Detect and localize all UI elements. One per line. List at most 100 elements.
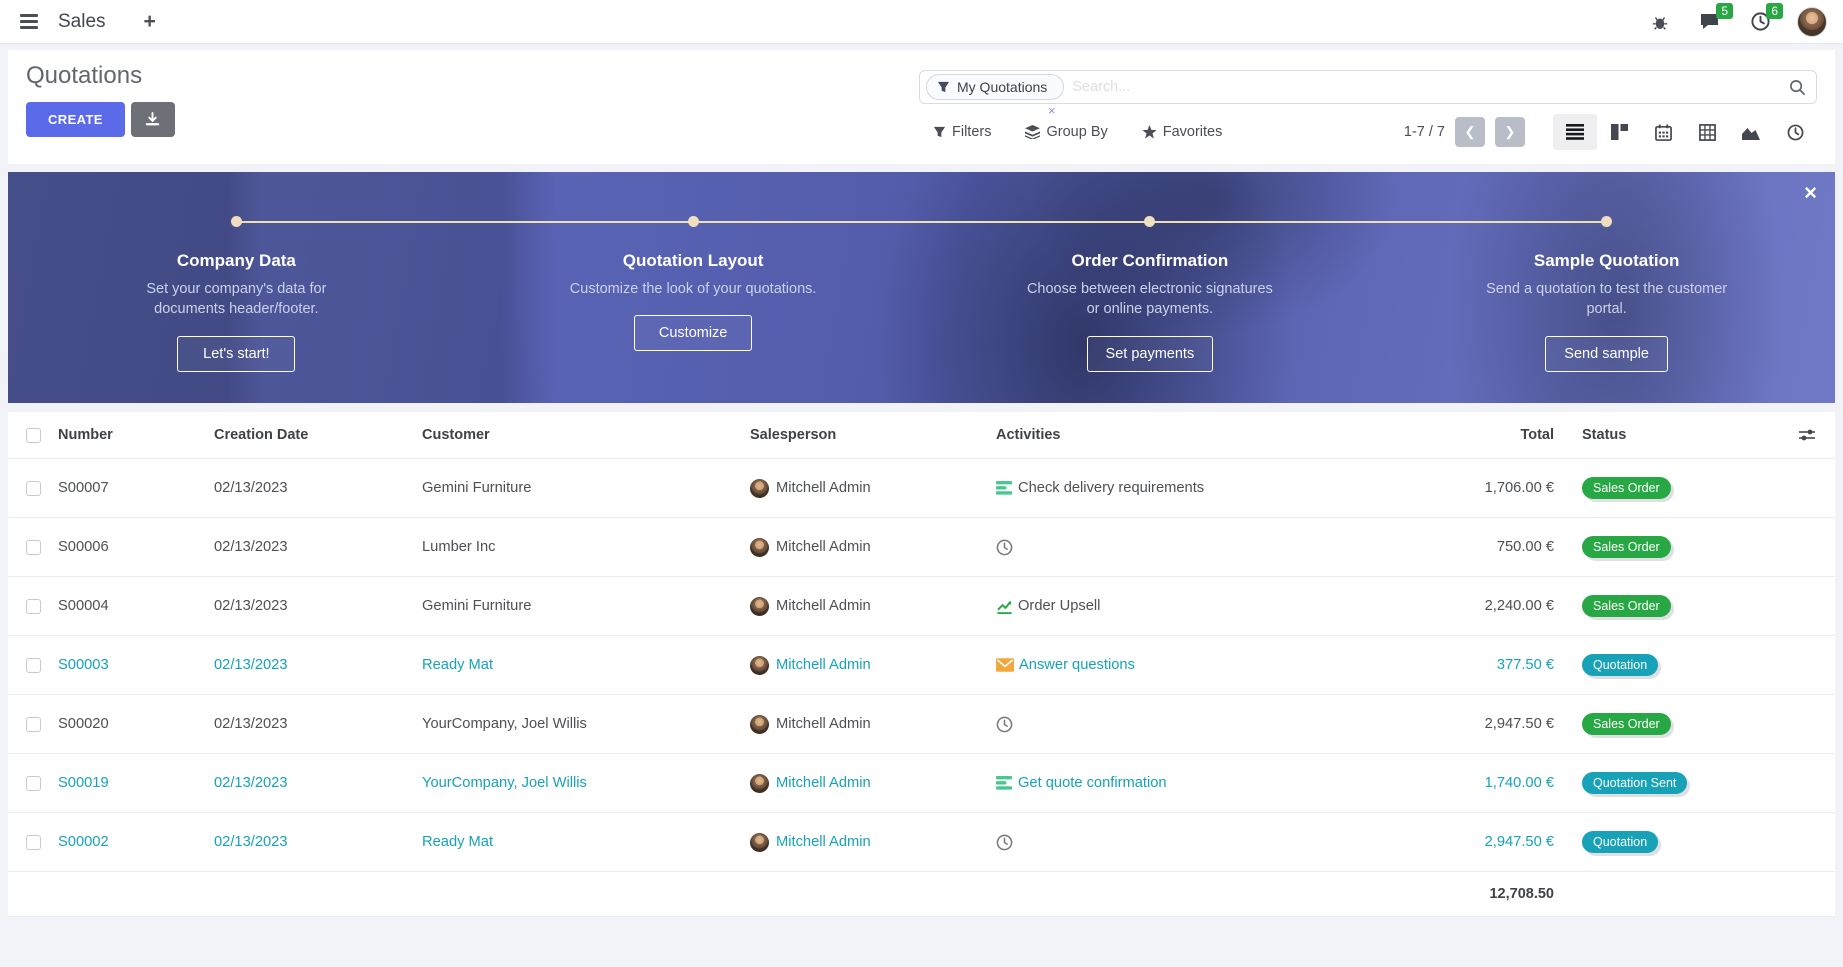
cell-activities[interactable]: Check delivery requirements — [996, 480, 1406, 496]
graph-view-button[interactable] — [1729, 114, 1773, 150]
messages-icon[interactable]: 5 — [1697, 9, 1723, 35]
list-view-button[interactable] — [1553, 114, 1597, 150]
row-checkbox[interactable] — [26, 776, 41, 791]
download-icon — [145, 112, 160, 127]
column-header-customer[interactable]: Customer — [422, 427, 750, 443]
table-row[interactable]: S00004 02/13/2023 Gemini Furniture Mitch… — [8, 576, 1835, 635]
step-title: Order Confirmation — [1071, 251, 1228, 271]
view-switcher — [1553, 114, 1817, 150]
row-checkbox[interactable] — [26, 658, 41, 673]
cell-number: S00004 — [58, 598, 214, 614]
cell-activities[interactable] — [996, 716, 1406, 733]
send-sample-button[interactable]: Send sample — [1545, 336, 1668, 372]
salesperson-avatar — [750, 479, 769, 498]
list-view-icon — [1566, 124, 1584, 140]
activity-label: Get quote confirmation — [1018, 775, 1167, 791]
table-row[interactable]: S00006 02/13/2023 Lumber Inc Mitchell Ad… — [8, 517, 1835, 576]
search-facet-my-quotations[interactable]: My Quotations — [926, 74, 1064, 100]
kanban-view-button[interactable] — [1597, 114, 1641, 150]
clock-activity-icon — [996, 539, 1013, 556]
clock-activity-icon — [996, 834, 1013, 851]
pager-next-button[interactable]: ❯ — [1495, 117, 1525, 147]
status-badge: Sales Order — [1582, 477, 1671, 499]
salesperson-avatar — [750, 833, 769, 852]
search-input[interactable] — [1072, 79, 1789, 95]
cell-total: 1,740.00 € — [1406, 775, 1564, 791]
export-button[interactable] — [131, 102, 175, 137]
search-bar[interactable]: My Quotations × — [919, 70, 1817, 104]
debug-bug-icon[interactable] — [1647, 9, 1673, 35]
cell-salesperson: Mitchell Admin — [776, 716, 871, 732]
pager-previous-button[interactable]: ❮ — [1455, 117, 1485, 147]
create-button[interactable]: CREATE — [26, 102, 125, 137]
onboarding-step-order-confirmation: Order Confirmation Choose between electr… — [922, 172, 1379, 403]
graph-view-icon — [1742, 125, 1760, 140]
status-badge: Quotation Sent — [1582, 772, 1687, 794]
app-name[interactable]: Sales — [58, 11, 106, 33]
cell-activities[interactable]: Answer questions — [996, 657, 1406, 673]
customize-button[interactable]: Customize — [634, 315, 752, 351]
user-avatar[interactable] — [1797, 7, 1827, 37]
row-checkbox[interactable] — [26, 481, 41, 496]
cell-customer: Ready Mat — [422, 834, 750, 850]
group-by-label: Group By — [1046, 124, 1107, 140]
filters-menu[interactable]: Filters — [933, 124, 991, 140]
table-footer-row: 12,708.50 — [8, 871, 1835, 917]
row-checkbox[interactable] — [26, 835, 41, 850]
cell-activities[interactable]: Get quote confirmation — [996, 775, 1406, 791]
onboarding-banner: × Company Data Set your company's data f… — [8, 172, 1835, 403]
cell-creation-date: 02/13/2023 — [214, 598, 422, 614]
apps-menu-icon[interactable] — [16, 10, 42, 33]
cell-total: 1,706.00 € — [1406, 480, 1564, 496]
column-header-salesperson[interactable]: Salesperson — [750, 427, 996, 443]
optional-columns-icon[interactable] — [1779, 428, 1835, 442]
column-header-number[interactable]: Number — [58, 427, 214, 443]
column-header-activities[interactable]: Activities — [996, 427, 1406, 443]
facet-remove-icon[interactable]: × — [1048, 103, 1056, 118]
favorites-menu[interactable]: Favorites — [1142, 124, 1223, 140]
column-header-status[interactable]: Status — [1564, 427, 1779, 443]
table-row[interactable]: S00019 02/13/2023 YourCompany, Joel Will… — [8, 753, 1835, 812]
select-all-checkbox[interactable] — [26, 428, 41, 443]
step-title: Quotation Layout — [623, 251, 764, 271]
table-row[interactable]: S00007 02/13/2023 Gemini Furniture Mitch… — [8, 458, 1835, 517]
cell-customer: Gemini Furniture — [422, 480, 750, 496]
column-header-total[interactable]: Total — [1406, 427, 1564, 443]
calendar-view-button[interactable] — [1641, 114, 1685, 150]
cell-creation-date: 02/13/2023 — [214, 480, 422, 496]
cell-total: 2,947.50 € — [1406, 716, 1564, 732]
add-tab-button[interactable]: + — [144, 10, 156, 34]
set-payments-button[interactable]: Set payments — [1087, 336, 1214, 372]
cell-number: S00006 — [58, 539, 214, 555]
table-row[interactable]: S00002 02/13/2023 Ready Mat Mitchell Adm… — [8, 812, 1835, 871]
cell-total: 2,947.50 € — [1406, 834, 1564, 850]
step-dot — [688, 216, 699, 227]
table-header-row: Number Creation Date Customer Salesperso… — [8, 412, 1835, 458]
cell-activities[interactable]: Order Upsell — [996, 598, 1406, 615]
group-by-menu[interactable]: Group By — [1025, 124, 1107, 140]
activities-clock-icon[interactable]: 6 — [1747, 9, 1773, 35]
pivot-view-button[interactable] — [1685, 114, 1729, 150]
cell-customer: Lumber Inc — [422, 539, 750, 555]
column-header-creation-date[interactable]: Creation Date — [214, 427, 422, 443]
calendar-view-icon — [1655, 124, 1672, 141]
cell-activities[interactable] — [996, 539, 1406, 556]
row-checkbox[interactable] — [26, 599, 41, 614]
activity-view-button[interactable] — [1773, 114, 1817, 150]
cell-activities[interactable] — [996, 834, 1406, 851]
top-navbar: Sales + 5 6 — [0, 0, 1843, 44]
lets-start-button[interactable]: Let's start! — [177, 336, 295, 372]
row-checkbox[interactable] — [26, 540, 41, 555]
step-dot — [1601, 216, 1612, 227]
search-icon[interactable] — [1789, 79, 1806, 96]
cell-total: 750.00 € — [1406, 539, 1564, 555]
table-row[interactable]: S00020 02/13/2023 YourCompany, Joel Will… — [8, 694, 1835, 753]
favorites-label: Favorites — [1163, 124, 1223, 140]
row-checkbox[interactable] — [26, 717, 41, 732]
table-row[interactable]: S00003 02/13/2023 Ready Mat Mitchell Adm… — [8, 635, 1835, 694]
cell-salesperson: Mitchell Admin — [776, 834, 871, 850]
salesperson-avatar — [750, 774, 769, 793]
cell-number: S00007 — [58, 480, 214, 496]
cell-creation-date: 02/13/2023 — [214, 539, 422, 555]
step-dot — [1144, 216, 1155, 227]
